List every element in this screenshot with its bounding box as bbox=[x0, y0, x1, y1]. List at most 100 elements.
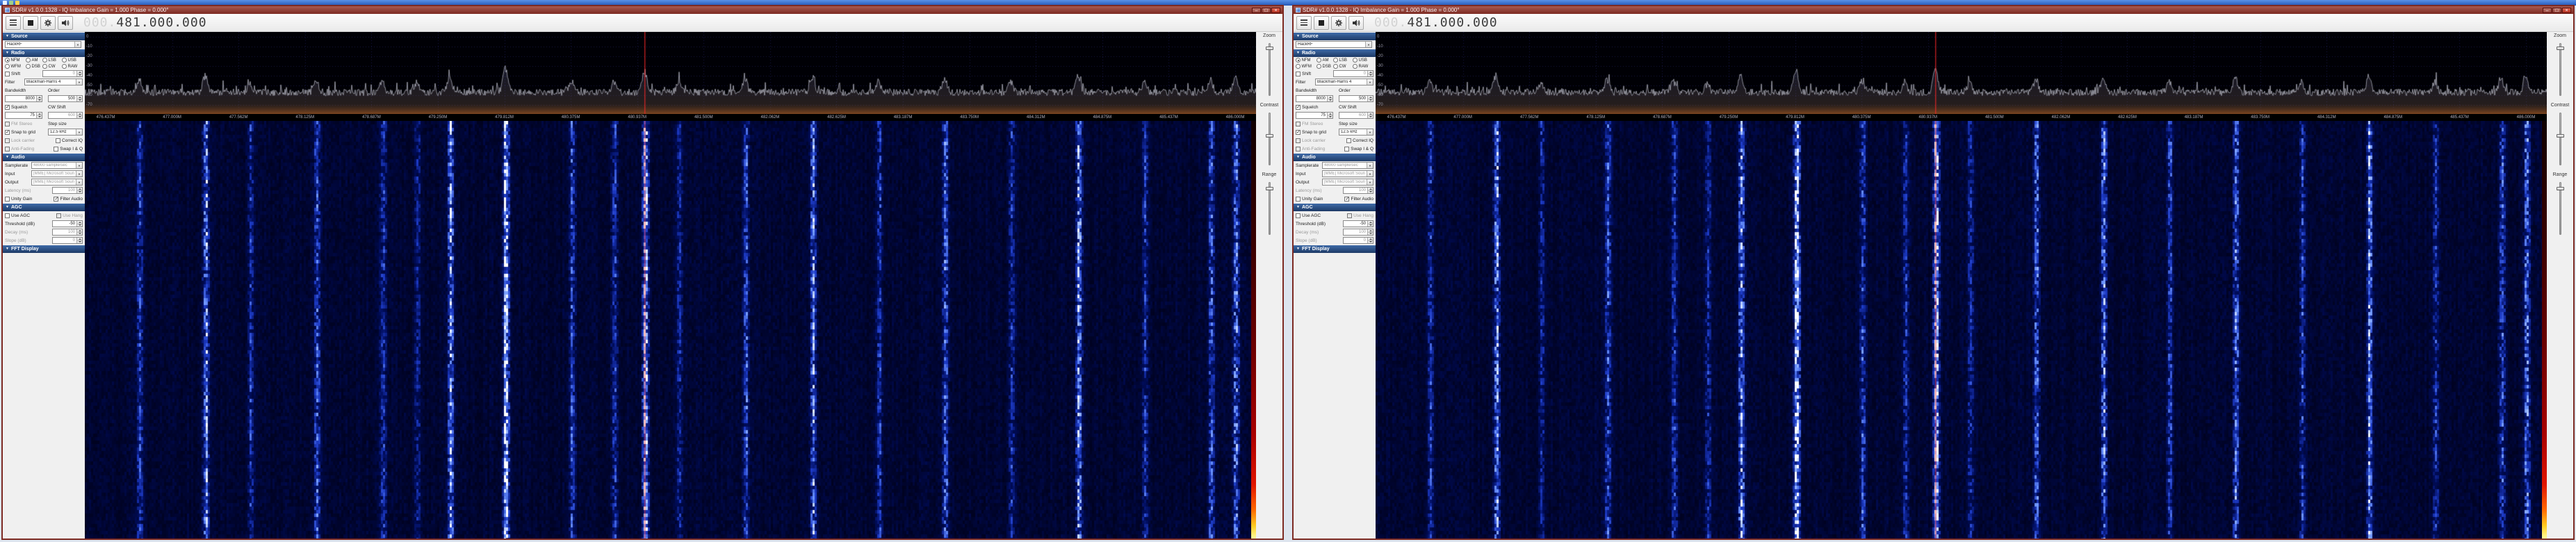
agc-panel-header[interactable]: ▼ AGC bbox=[1294, 204, 1376, 211]
snap-to-grid-checkbox[interactable]: Snap to grid bbox=[5, 130, 35, 135]
snap-to-grid-checkbox[interactable]: Snap to grid bbox=[1296, 130, 1326, 135]
order-input[interactable]: 500 bbox=[1339, 95, 1373, 102]
fft-display-panel-header[interactable]: ▼ FFT Display bbox=[3, 245, 85, 253]
step-size-select[interactable]: 12.5 kHz ▼ bbox=[1339, 129, 1373, 136]
unity-gain-checkbox[interactable]: Unity Gain bbox=[5, 197, 32, 202]
samplerate-select[interactable]: 48000 sample/sec ▼ bbox=[31, 162, 83, 169]
source-panel-header[interactable]: ▼ Source bbox=[3, 33, 85, 40]
minimize-button[interactable]: – bbox=[1252, 8, 1261, 13]
audio-output-select[interactable]: [MME] Microsoft Soun ▼ bbox=[31, 179, 83, 186]
swap-iq-checkbox[interactable]: Swap I & Q bbox=[54, 147, 83, 151]
audio-input-select[interactable]: [MME] Microsoft Soun ▼ bbox=[31, 170, 83, 177]
mode-radio-nfm[interactable]: NFM bbox=[5, 58, 26, 63]
filter-select[interactable]: Blackman-Harris 4 ▼ bbox=[24, 79, 83, 85]
mode-radio-cw[interactable]: CW bbox=[1333, 64, 1353, 69]
maximize-button[interactable]: □ bbox=[2552, 8, 2561, 13]
titlebar[interactable]: SDR# v1.0.0.1328 - IQ Imbalance Gain = 1… bbox=[3, 6, 1282, 14]
latency-input[interactable]: 100 bbox=[1343, 187, 1373, 194]
frequency-display[interactable]: 000.481.000.000 bbox=[1374, 15, 1498, 30]
mode-radio-lsb[interactable]: LSB bbox=[1333, 58, 1353, 63]
mode-radio-cw[interactable]: CW bbox=[42, 64, 62, 69]
audio-input-select[interactable]: [MME] Microsoft Soun ▼ bbox=[1322, 170, 1373, 177]
agc-panel-header[interactable]: ▼ AGC bbox=[3, 204, 85, 211]
use-agc-checkbox[interactable]: Use AGC bbox=[5, 213, 30, 218]
filter-select[interactable]: Blackman-Harris 4 ▼ bbox=[1315, 79, 1373, 85]
titlebar[interactable]: SDR# v1.0.0.1328 - IQ Imbalance Gain = 1… bbox=[1294, 6, 2573, 14]
anti-fading-checkbox[interactable]: Anti-Fading bbox=[5, 147, 34, 151]
waterfall-display[interactable] bbox=[1376, 121, 2547, 539]
filter-audio-checkbox[interactable]: Filter Audio bbox=[54, 197, 83, 202]
close-button[interactable]: × bbox=[1271, 8, 1280, 13]
correct-iq-checkbox[interactable]: Correct IQ bbox=[56, 138, 83, 143]
use-hang-checkbox[interactable]: Use Hang bbox=[1347, 213, 1373, 218]
slope-input[interactable]: 0 bbox=[52, 237, 83, 244]
latency-input[interactable]: 100 bbox=[52, 187, 83, 194]
slope-input[interactable]: 0 bbox=[1343, 237, 1373, 244]
filter-audio-checkbox[interactable]: Filter Audio bbox=[1344, 197, 1373, 202]
zoom-slider[interactable] bbox=[2559, 43, 2561, 96]
slider-thumb[interactable] bbox=[2557, 187, 2564, 190]
source-panel-header[interactable]: ▼ Source bbox=[1294, 33, 1376, 40]
settings-button[interactable] bbox=[1331, 16, 1346, 30]
mode-radio-wfm[interactable]: WFM bbox=[5, 64, 26, 69]
audio-panel-header[interactable]: ▼ Audio bbox=[1294, 154, 1376, 161]
step-size-select[interactable]: 12.5 kHz ▼ bbox=[48, 129, 83, 136]
mode-radio-usb[interactable]: USB bbox=[62, 58, 81, 63]
fm-stereo-checkbox[interactable]: FM Stereo bbox=[1296, 122, 1323, 126]
decay-input[interactable]: 100 bbox=[52, 229, 83, 236]
squelch-input[interactable]: 75 bbox=[5, 112, 42, 119]
radio-panel-header[interactable]: ▼ Radio bbox=[3, 49, 85, 57]
zoom-slider[interactable] bbox=[1269, 43, 1271, 96]
mode-radio-am[interactable]: AM bbox=[1316, 58, 1333, 63]
slider-thumb[interactable] bbox=[1266, 134, 1273, 138]
mode-radio-wfm[interactable]: WFM bbox=[1296, 64, 1316, 69]
slider-thumb[interactable] bbox=[1266, 187, 1273, 190]
mode-radio-nfm[interactable]: NFM bbox=[1296, 58, 1316, 63]
spectrum-display[interactable] bbox=[85, 32, 1256, 114]
fm-stereo-checkbox[interactable]: FM Stereo bbox=[5, 122, 32, 126]
frequency-display[interactable]: 000.481.000.000 bbox=[83, 15, 207, 30]
volume-button[interactable] bbox=[58, 16, 73, 30]
squelch-checkbox[interactable]: Squelch bbox=[5, 105, 28, 110]
shift-input[interactable]: 0 bbox=[42, 70, 83, 77]
close-button[interactable]: × bbox=[2562, 8, 2571, 13]
threshold-input[interactable]: -50 bbox=[52, 220, 83, 227]
settings-button[interactable] bbox=[40, 16, 56, 30]
maximize-button[interactable]: □ bbox=[1262, 8, 1271, 13]
bandwidth-input[interactable]: 8000 bbox=[5, 95, 42, 102]
mode-radio-usb[interactable]: USB bbox=[1353, 58, 1372, 63]
use-agc-checkbox[interactable]: Use AGC bbox=[1296, 213, 1321, 218]
use-hang-checkbox[interactable]: Use Hang bbox=[56, 213, 83, 218]
stop-button[interactable] bbox=[1314, 16, 1329, 30]
slider-thumb[interactable] bbox=[2557, 47, 2564, 50]
contrast-slider[interactable] bbox=[1269, 113, 1271, 165]
source-device-select[interactable]: HackRF ▼ bbox=[5, 41, 81, 48]
anti-fading-checkbox[interactable]: Anti-Fading bbox=[1296, 147, 1325, 151]
audio-output-select[interactable]: [MME] Microsoft Soun ▼ bbox=[1322, 179, 1373, 186]
radio-panel-header[interactable]: ▼ Radio bbox=[1294, 49, 1376, 57]
mode-radio-dsb[interactable]: DSB bbox=[26, 64, 42, 69]
volume-button[interactable] bbox=[1348, 16, 1364, 30]
mode-radio-lsb[interactable]: LSB bbox=[42, 58, 62, 63]
threshold-input[interactable]: -50 bbox=[1343, 220, 1373, 227]
source-device-select[interactable]: HackRF ▼ bbox=[1296, 41, 1372, 48]
bandwidth-input[interactable]: 8000 bbox=[1296, 95, 1333, 102]
unity-gain-checkbox[interactable]: Unity Gain bbox=[1296, 197, 1323, 202]
correct-iq-checkbox[interactable]: Correct IQ bbox=[1346, 138, 1373, 143]
lock-carrier-checkbox[interactable]: Lock carrier bbox=[1296, 138, 1326, 143]
range-slider[interactable] bbox=[2559, 182, 2561, 235]
cw-shift-input[interactable]: 600 bbox=[1339, 112, 1373, 119]
mode-radio-raw[interactable]: RAW bbox=[1353, 64, 1372, 69]
shift-checkbox[interactable]: Shift bbox=[5, 72, 20, 76]
lock-carrier-checkbox[interactable]: Lock carrier bbox=[5, 138, 35, 143]
spectrum-display[interactable] bbox=[1376, 32, 2547, 114]
mode-radio-am[interactable]: AM bbox=[26, 58, 42, 63]
samplerate-select[interactable]: 48000 sample/sec ▼ bbox=[1322, 162, 1373, 169]
slider-thumb[interactable] bbox=[1266, 47, 1273, 50]
stop-button[interactable] bbox=[23, 16, 38, 30]
menu-button[interactable] bbox=[6, 16, 21, 30]
order-input[interactable]: 500 bbox=[48, 95, 83, 102]
audio-panel-header[interactable]: ▼ Audio bbox=[3, 154, 85, 161]
contrast-slider[interactable] bbox=[2559, 113, 2561, 165]
shift-input[interactable]: 0 bbox=[1333, 70, 1373, 77]
